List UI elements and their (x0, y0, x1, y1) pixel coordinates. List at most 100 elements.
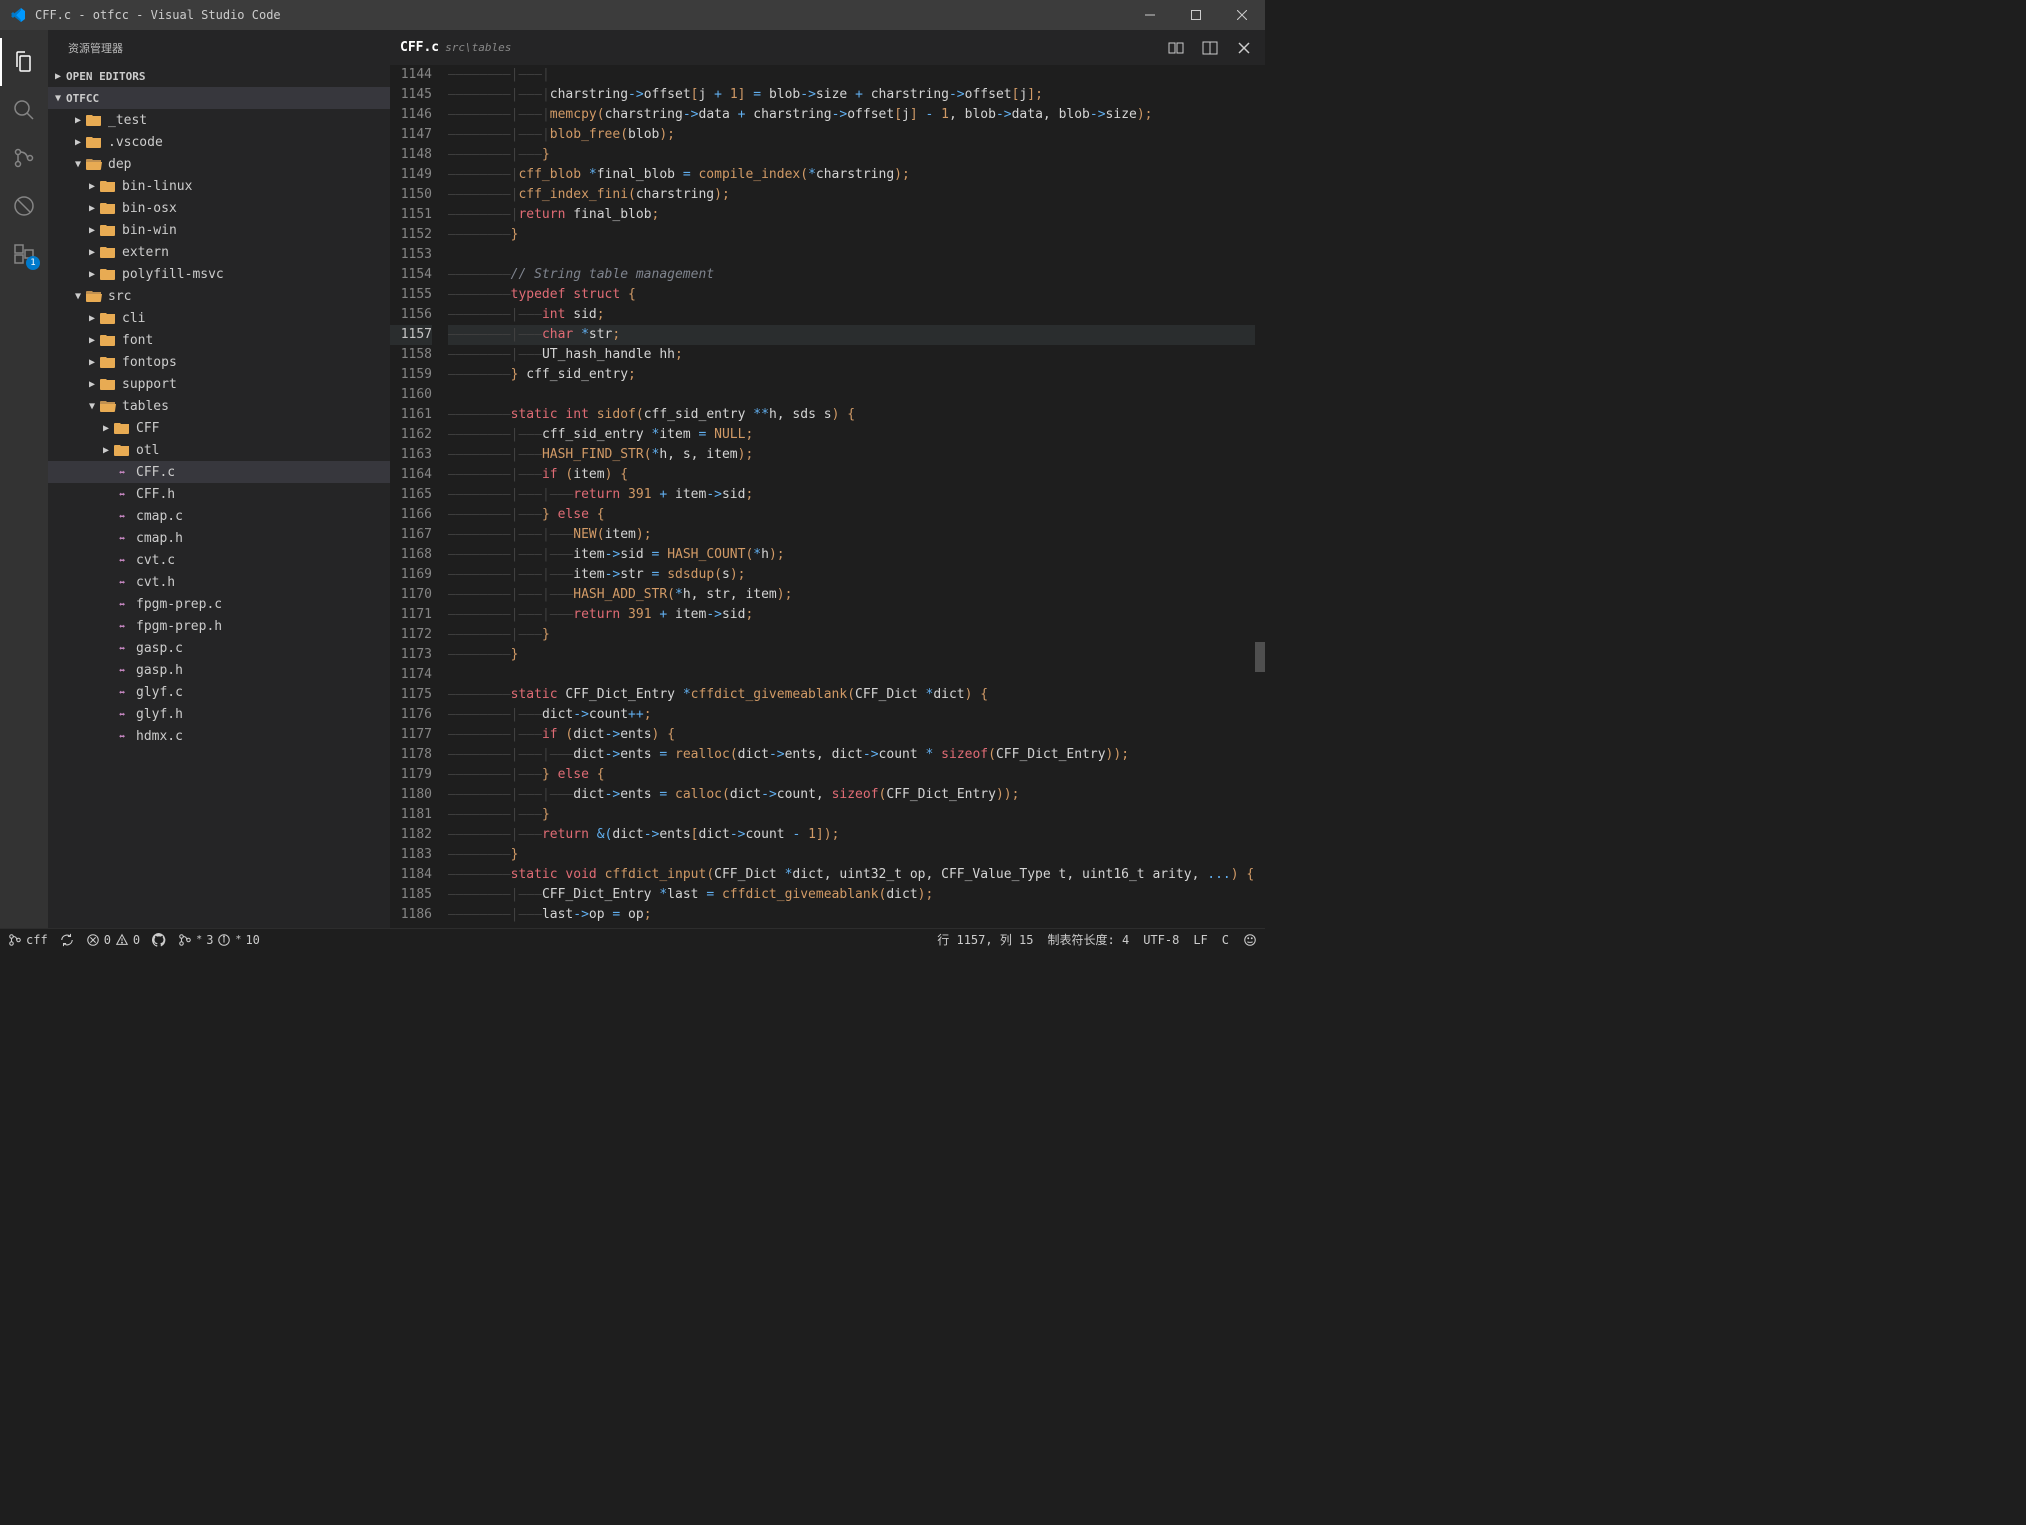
tree-folder[interactable]: ▶font (48, 329, 390, 351)
minimap-thumb[interactable] (1255, 642, 1265, 672)
status-branch[interactable]: cff (8, 933, 48, 947)
activity-search[interactable] (0, 86, 48, 134)
tree-file[interactable]: ⬌ cmap.h (48, 527, 390, 549)
minimize-button[interactable] (1127, 0, 1173, 30)
tree-label: gasp.c (136, 641, 183, 656)
status-cursor[interactable]: 行 1157, 列 15 (937, 931, 1033, 948)
error-count: 0 (104, 933, 111, 947)
code-area[interactable]: 1144114511461147114811491150115111521153… (390, 65, 1265, 928)
chevron-icon: ▶ (98, 445, 114, 456)
status-sync[interactable] (60, 933, 74, 947)
file-icon: ⬌ (114, 554, 130, 567)
maximize-button[interactable] (1173, 0, 1219, 30)
tree-file[interactable]: ⬌glyf.h (48, 703, 390, 725)
file-tree[interactable]: ▶_test▶.vscode▼dep▶bin-linux▶bin-osx▶bin… (48, 109, 390, 928)
tree-folder[interactable]: ▶fontops (48, 351, 390, 373)
tree-file[interactable]: ⬌glyf.c (48, 681, 390, 703)
tree-folder[interactable]: ▶.vscode (48, 131, 390, 153)
tree-file[interactable]: ⬌cvt.h (48, 571, 390, 593)
folder-icon (100, 201, 116, 215)
close-tab-icon[interactable] (1233, 37, 1255, 59)
tab-active[interactable]: CFF.c src\tables (400, 40, 511, 55)
chevron-icon: ▼ (70, 291, 86, 302)
tree-label: hdmx.c (136, 729, 183, 744)
file-icon: ⬌ (114, 532, 130, 545)
activity-debug[interactable] (0, 182, 48, 230)
tree-file[interactable]: ⬌cvt.c (48, 549, 390, 571)
branch-name: cff (26, 933, 48, 947)
tree-label: bin-win (122, 223, 177, 238)
tree-folder[interactable]: ▼ dep (48, 153, 390, 175)
tree-folder[interactable]: ▶otl (48, 439, 390, 461)
status-github[interactable] (152, 933, 166, 947)
activity-git[interactable] (0, 134, 48, 182)
folder-icon (86, 289, 102, 303)
folder-icon (100, 333, 116, 347)
tree-file[interactable]: ⬌fpgm-prep.h (48, 615, 390, 637)
status-language[interactable]: C (1222, 931, 1229, 948)
tree-label: fpgm-prep.c (136, 597, 222, 612)
git-stat1: 3 (206, 933, 213, 947)
tree-folder[interactable]: ▶cli (48, 307, 390, 329)
file-icon: ⬌ (114, 510, 130, 523)
tree-folder[interactable]: ▶_test (48, 109, 390, 131)
app-icon (0, 7, 35, 23)
tree-label: CFF.h (136, 487, 175, 502)
file-icon: ⬌ (114, 708, 130, 721)
status-eol[interactable]: LF (1193, 931, 1207, 948)
tree-folder[interactable]: ▼tables (48, 395, 390, 417)
folder-icon (100, 377, 116, 391)
tree-folder[interactable]: ▶CFF (48, 417, 390, 439)
status-problems[interactable]: 0 0 (86, 933, 140, 947)
file-icon: ⬌ (114, 466, 130, 479)
status-git-stats[interactable]: * 3 * 10 (178, 933, 260, 947)
tree-file[interactable]: ⬌ CFF.h (48, 483, 390, 505)
tree-folder[interactable]: ▶polyfill-msvc (48, 263, 390, 285)
status-indent[interactable]: 制表符长度: 4 (1048, 931, 1130, 948)
titlebar: CFF.c - otfcc - Visual Studio Code (0, 0, 1265, 30)
folder-icon (100, 267, 116, 281)
close-button[interactable] (1219, 0, 1265, 30)
tree-label: support (122, 377, 177, 392)
compare-changes-icon[interactable] (1165, 37, 1187, 59)
file-icon: ⬌ (114, 730, 130, 743)
tree-folder[interactable]: ▶bin-osx (48, 197, 390, 219)
tree-label: CFF.c (136, 465, 175, 480)
tree-label: dep (108, 157, 131, 172)
section-project[interactable]: ▼ OTFCC (48, 87, 390, 109)
tree-folder[interactable]: ▶bin-linux (48, 175, 390, 197)
tree-file[interactable]: ⬌ CFF.c (48, 461, 390, 483)
editor: CFF.c src\tables 11441145114611471148114… (390, 30, 1265, 928)
folder-icon (100, 399, 116, 413)
status-encoding[interactable]: UTF-8 (1143, 931, 1179, 948)
activity-explorer[interactable] (0, 38, 48, 86)
tree-folder[interactable]: ▶bin-win (48, 219, 390, 241)
activity-extensions[interactable]: 1 (0, 230, 48, 278)
tree-file[interactable]: ⬌ hdmx.c (48, 725, 390, 747)
tree-folder[interactable]: ▶extern (48, 241, 390, 263)
tree-label: font (122, 333, 153, 348)
tree-label: cmap.h (136, 531, 183, 546)
chevron-icon: ▼ (70, 159, 86, 170)
file-icon: ⬌ (114, 686, 130, 699)
chevron-icon: ▶ (84, 313, 100, 324)
minimap[interactable] (1255, 65, 1265, 928)
status-feedback[interactable] (1243, 931, 1257, 948)
tree-folder[interactable]: ▼src (48, 285, 390, 307)
section-open-editors[interactable]: ▶ OPEN EDITORS (48, 65, 390, 87)
tree-folder[interactable]: ▶ support (48, 373, 390, 395)
tree-label: cmap.c (136, 509, 183, 524)
tree-file[interactable]: ⬌ fpgm-prep.c (48, 593, 390, 615)
file-icon: ⬌ (114, 488, 130, 501)
split-editor-icon[interactable] (1199, 37, 1221, 59)
folder-icon (100, 179, 116, 193)
tree-file[interactable]: ⬌ cmap.c (48, 505, 390, 527)
chevron-icon: ▶ (98, 423, 114, 434)
file-icon: ⬌ (114, 598, 130, 611)
code-content[interactable]: ————————|———|————————|———|charstring->of… (448, 65, 1265, 928)
tree-file[interactable]: ⬌ gasp.c (48, 637, 390, 659)
chevron-icon: ▶ (84, 379, 100, 390)
file-icon: ⬌ (114, 642, 130, 655)
tree-file[interactable]: ⬌gasp.h (48, 659, 390, 681)
tab-path: src\tables (445, 41, 511, 54)
